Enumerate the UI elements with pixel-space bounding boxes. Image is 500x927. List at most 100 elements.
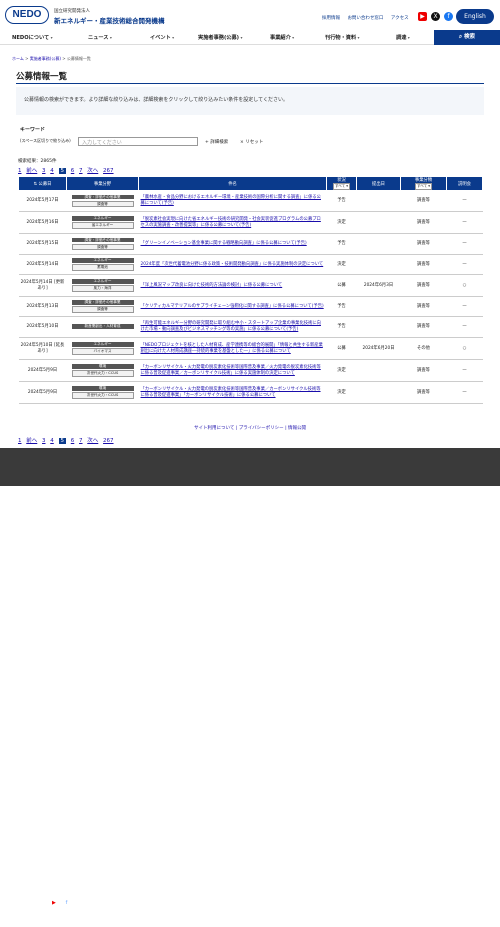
row-category: 調査等	[400, 316, 447, 338]
nedo-logo[interactable]: NEDO	[5, 6, 49, 24]
breadcrumb: ホーム > 実施者事務(公募) > 公募情報一覧	[12, 56, 91, 61]
row-briefing: —	[446, 316, 483, 338]
footer: ▶ X f 国立研究開発法人新エネルギー・産業技術総合開発機構（法人番号 202…	[0, 448, 500, 927]
nav-about[interactable]: NEDOについて	[12, 34, 53, 41]
row-category: その他	[400, 337, 447, 360]
page-link[interactable]: 4	[50, 168, 54, 174]
header-link-access[interactable]: アクセス	[391, 16, 409, 21]
table-row: 2024年5月9日 環境 次世代火力・CCUS 「カーボンリサイクル・火力発電の脱炭素…	[18, 381, 483, 404]
reset-button[interactable]: × リセット	[240, 139, 263, 145]
header-title: 件名	[138, 176, 327, 191]
nav-procurement[interactable]: 調達	[396, 34, 410, 41]
page-link[interactable]: 6	[71, 438, 75, 444]
row-title-link[interactable]: 「クリティカルマテリアルのサプライチェーン強靭化に関する調査」に係る公募について…	[138, 296, 327, 317]
row-status: 予告	[326, 233, 357, 255]
page-link[interactable]: 7	[79, 438, 83, 444]
row-date: 2024年5月15日	[18, 233, 67, 255]
english-button[interactable]: English	[456, 9, 494, 24]
table-row: 2024年5月9日 環境 次世代火力・CCUS 「カーボンリサイクル・火力発電の脱炭素…	[18, 359, 483, 382]
sort-icon: ⇅	[33, 181, 38, 187]
status-select-value: すべて	[335, 184, 346, 188]
facebook-icon[interactable]: f	[66, 900, 68, 906]
row-title-link[interactable]: 「カーボンリサイクル・火力発電の脱炭素化技術等国際普及事業／カーボンリサイクル技…	[138, 381, 327, 404]
keyword-input[interactable]: 入力してください	[78, 137, 198, 146]
page-link[interactable]: 3	[42, 168, 46, 174]
footer-link-terms[interactable]: サイト利用について	[194, 426, 234, 431]
x-icon[interactable]: X	[59, 900, 62, 906]
header-link-recruit[interactable]: 採用情報	[322, 16, 340, 21]
row-title-link[interactable]: 2024年度「次世代蓄電池分野に係る政策・技術開発動向調査」に係る実施体制の決定…	[138, 254, 327, 275]
footer-social: ▶ X f	[52, 900, 67, 906]
keyword-label: キーワード	[20, 127, 46, 133]
row-briefing: —	[446, 211, 483, 234]
pagination-bottom: 1 前へ 3 4 5 6 7 次へ 267	[18, 436, 117, 444]
row-status: 決定	[326, 254, 357, 275]
page-last[interactable]: 267	[103, 438, 114, 444]
page-first[interactable]: 1	[18, 438, 22, 444]
nav-events[interactable]: イベント	[150, 34, 174, 41]
nav-koubo[interactable]: 実施者事務(公募)	[198, 34, 242, 41]
footer-link-disclosure[interactable]: 情報公開	[288, 426, 306, 431]
x-icon[interactable]: X	[431, 12, 440, 21]
nav-publications[interactable]: 刊行物・資料	[325, 34, 360, 41]
row-briefing: —	[446, 296, 483, 317]
facebook-icon[interactable]: f	[444, 12, 453, 21]
row-submit-date	[356, 296, 401, 317]
org-name[interactable]: 新エネルギー・産業技術総合開発機構	[54, 15, 165, 25]
field-badge-bottom: 調査等	[71, 306, 134, 313]
field-badge-bottom: 省エネルギー	[71, 222, 134, 229]
header-date[interactable]: ⇅ 公募日	[18, 176, 67, 191]
footer-link-privacy[interactable]: プライバシーポリシー	[239, 426, 284, 431]
category-select[interactable]: すべて ▾	[415, 183, 432, 190]
row-field: 調査・評価その他事業 調査等	[66, 190, 139, 212]
page-first[interactable]: 1	[18, 168, 22, 174]
field-badge-top: エネルギー	[71, 279, 134, 284]
nav-search-button[interactable]: ⌕ 検索	[434, 30, 500, 45]
page-next[interactable]: 次へ	[87, 168, 98, 174]
page-link[interactable]: 4	[50, 438, 54, 444]
row-category: 調査等	[400, 233, 447, 255]
field-badge-top: エネルギー	[71, 216, 134, 221]
row-field: 環境 次世代火力・CCUS	[66, 359, 139, 382]
footer-copyright: © New Energy and Industrial Technology D…	[154, 922, 346, 927]
row-title-link[interactable]: 「再生可能エネルギー分野の研究開発に取り組む中小・スタートアップ企業の事業化技術…	[138, 316, 327, 338]
page-link[interactable]: 6	[71, 168, 75, 174]
youtube-icon[interactable]: ▶	[52, 900, 56, 906]
field-badge-top: エネルギー	[71, 258, 134, 263]
field-badge-bottom: バイオマス	[71, 348, 134, 355]
row-category: 調査等	[400, 381, 447, 404]
youtube-icon[interactable]: ▶	[418, 12, 427, 21]
row-submit-date	[356, 190, 401, 212]
field-badge-top: 調査・評価その他事業	[71, 194, 134, 199]
row-status: 決定	[326, 381, 357, 404]
row-title-link[interactable]: 「NEDOプロジェクトを核とした人材育成、産学連携等の総合的展開」「情報と共生す…	[138, 337, 327, 360]
nav-projects[interactable]: 事業紹介	[270, 34, 294, 41]
nav-search-label: 検索	[463, 34, 475, 40]
row-submit-date	[356, 233, 401, 255]
row-title-link[interactable]: 「農林水産・食品分野におけるエネルギー環境・産業技術の国際分析に関する調査」に係…	[138, 190, 327, 212]
row-submit-date: 2024年6月3日	[356, 274, 401, 297]
breadcrumb-koubo[interactable]: 実施者事務(公募)	[30, 56, 61, 61]
header-link-contact[interactable]: お問い合わせ窓口	[347, 16, 383, 21]
page-link[interactable]: 7	[79, 168, 83, 174]
row-title-link[interactable]: 「洋上風況マップ改良に向けた技術的方法論の検討」に係る公募について	[138, 274, 327, 297]
page-prev[interactable]: 前へ	[26, 438, 37, 444]
page-link[interactable]: 3	[42, 438, 46, 444]
status-select[interactable]: すべて ▾	[333, 183, 350, 190]
table-row: 2024年5月15日 調査・評価その他事業 調査等 「グリーンイノベーション基金事業に…	[18, 233, 483, 255]
row-title-link[interactable]: 「脱炭素社会実現に向けた省エネルギー技術の研究開発・社会実装促進プログラムの公募…	[138, 211, 327, 234]
field-badge-bottom: 蓄電池	[71, 264, 134, 271]
page-last[interactable]: 267	[103, 168, 114, 174]
page-next[interactable]: 次へ	[87, 438, 98, 444]
reset-label: リセット	[245, 140, 264, 145]
row-date: 2024年5月14日 [更新あり]	[18, 274, 67, 297]
row-category: 調査等	[400, 211, 447, 234]
breadcrumb-home[interactable]: ホーム	[12, 56, 24, 61]
nav-news[interactable]: ニュース	[88, 34, 112, 41]
row-title-link[interactable]: 「グリーンイノベーション基金事業に関する戦略動向調査」に係る公募について(予告)	[138, 233, 327, 255]
row-date: 2024年5月13日	[18, 296, 67, 317]
page-prev[interactable]: 前へ	[26, 168, 37, 174]
row-title-link[interactable]: 「カーボンリサイクル・火力発電の脱炭素化技術等国際普及事業／火力発電の脱炭素化技…	[138, 359, 327, 382]
row-category: 調査等	[400, 274, 447, 297]
detail-search-button[interactable]: + 詳細検索	[205, 139, 228, 145]
